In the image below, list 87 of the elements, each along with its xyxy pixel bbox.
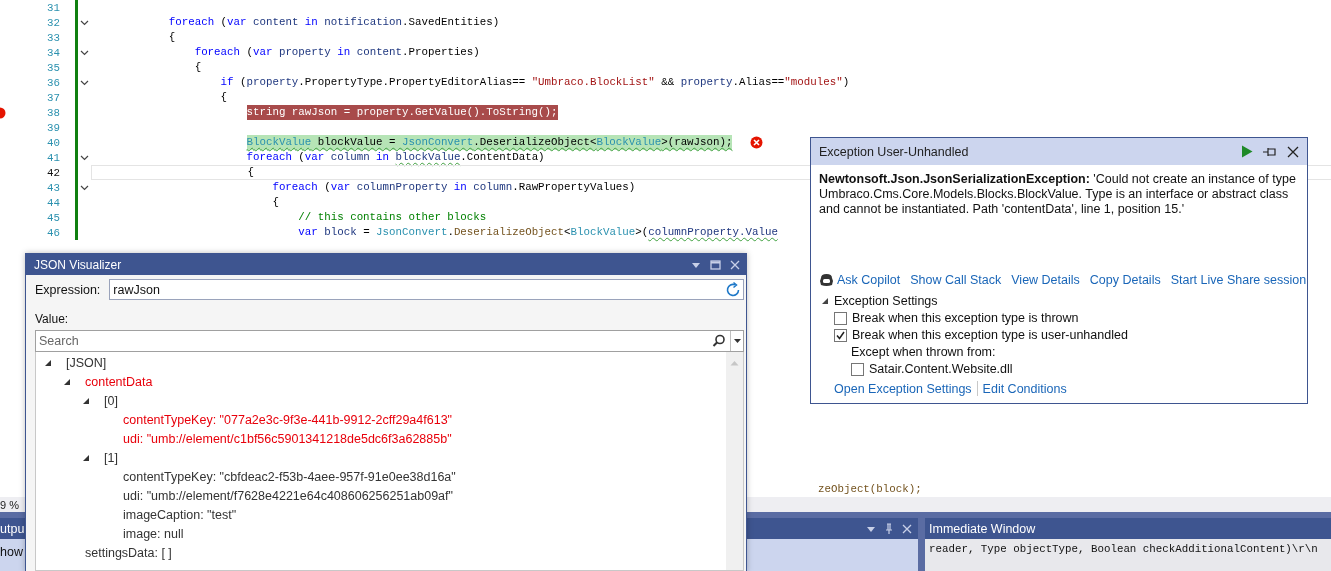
tree-item[interactable]: image: null <box>123 526 184 541</box>
refresh-icon[interactable] <box>724 281 742 299</box>
line-number: 44 <box>46 196 60 209</box>
line-number: 35 <box>46 61 60 74</box>
collapse-icon[interactable] <box>80 49 89 56</box>
tree-item[interactable]: udi: "umb://element/c1bf56c5901341218de5dc6f3a62885b" <box>123 431 452 446</box>
toolbar-label: how <box>0 545 23 559</box>
pin-icon[interactable] <box>1263 146 1277 157</box>
tree-item[interactable]: contentTypeKey: "077a2e3c-9f3e-441b-9912-2cff29a4f613" <box>123 412 453 427</box>
maximize-icon[interactable] <box>710 259 721 270</box>
code-line: // this contains other blocks <box>298 210 487 225</box>
line-number: 36 <box>46 76 60 89</box>
line-number: 33 <box>46 31 60 44</box>
code-line: foreach (var content in notification.SavedEntities) <box>168 15 500 30</box>
line-number: 32 <box>46 16 60 29</box>
search-icon[interactable] <box>712 334 726 348</box>
line-number: 43 <box>46 181 60 194</box>
code-line: var block = JsonConvert.DeserializeObject<BlockValue>(columnProperty.Value <box>298 225 778 240</box>
tree-item[interactable]: [JSON] <box>66 355 107 370</box>
panel-title: Immediate Window <box>929 521 1036 536</box>
code-line: zeObject(block); <box>818 483 922 495</box>
tree-item[interactable]: contentData <box>85 374 153 389</box>
checkbox[interactable] <box>851 362 864 376</box>
search-field[interactable]: Search <box>35 330 744 352</box>
field-label: Value: <box>35 312 70 326</box>
code-line: { <box>194 60 202 75</box>
tree-item[interactable]: settingsData: [ ] <box>85 545 172 560</box>
code-line: foreach (var columnProperty in column.RawPropertyValues) <box>272 180 636 195</box>
expanded-arrow-icon[interactable] <box>82 396 90 405</box>
tree-item[interactable]: imageCaption: "test" <box>123 507 237 522</box>
zoom-level[interactable]: 9 % <box>0 498 19 511</box>
code-line: { <box>272 195 279 210</box>
code-line: foreach (var column in blockValue.ContentData) <box>246 150 545 165</box>
link[interactable]: Edit Conditions <box>982 381 1067 396</box>
code-line: { <box>247 165 254 180</box>
line-number: 42 <box>46 166 60 179</box>
output-line: reader, Type objectType, Boolean checkAdditionalContent)\r\n <box>929 543 1319 555</box>
link[interactable]: Ask Copilot <box>837 272 901 287</box>
field-label: Expression: <box>35 282 101 297</box>
checkbox-label: Satair.Content.Website.dll <box>869 362 1013 376</box>
continue-icon[interactable] <box>1241 145 1253 158</box>
exception-message: Newtonsoft.Json.JsonSerializationException: 'Could not create an instance of type Umbraco.Cms.Core.Models.Blocks.BlockValue. Type is an interface or abstract class and cannot be instantiated. Path 'contentData', line 1, position 15.' <box>819 172 1297 218</box>
collapse-icon[interactable] <box>80 154 89 161</box>
link[interactable]: Show Call Stack <box>910 272 1002 287</box>
expanded-arrow-icon[interactable] <box>82 453 90 462</box>
section-label: Except when thrown from: <box>851 345 997 359</box>
line-number: 45 <box>46 211 60 224</box>
link[interactable]: Open Exception Settings <box>834 381 972 396</box>
line-number: 39 <box>46 121 60 134</box>
code-line: foreach (var property in content.Properties) <box>194 45 480 60</box>
line-number: 38 <box>46 106 60 119</box>
collapse-icon[interactable] <box>80 184 89 191</box>
checkbox-label: Break when this exception type is user-unhandled <box>852 328 1128 342</box>
tree-item[interactable]: [1] <box>104 450 118 465</box>
collapse-icon[interactable] <box>80 19 89 26</box>
section-header[interactable]: Exception Settings <box>834 294 938 308</box>
code-line: { <box>168 30 176 45</box>
window-title: JSON Visualizer <box>34 257 122 272</box>
scrollbar[interactable] <box>726 352 743 570</box>
link[interactable]: View Details <box>1011 272 1080 287</box>
line-number: 37 <box>46 91 60 104</box>
dropdown-button[interactable] <box>730 331 743 351</box>
line-number: 46 <box>46 226 60 239</box>
line-number: 31 <box>46 1 60 14</box>
line-number: 34 <box>46 46 60 59</box>
line-number: 41 <box>46 151 60 164</box>
code-line: if (property.PropertyType.PropertyEditorAlias== "Umbraco.BlockList" && property.Alias=="modules") <box>220 75 850 90</box>
copilot-icon[interactable] <box>819 272 834 287</box>
expression-field[interactable]: rawJson <box>109 279 744 300</box>
collapse-icon[interactable] <box>80 79 89 86</box>
panel-title: utpu <box>0 521 25 536</box>
checkbox-label: Break when this exception type is thrown <box>852 311 1079 325</box>
line-number: 40 <box>46 136 60 149</box>
tree-item[interactable]: [0] <box>104 393 118 408</box>
expanded-arrow-icon[interactable] <box>821 297 829 305</box>
checkbox[interactable] <box>834 311 847 325</box>
caret-icon <box>733 339 741 343</box>
expanded-arrow-icon[interactable] <box>63 377 71 386</box>
close-icon[interactable] <box>1287 145 1299 158</box>
expanded-arrow-icon[interactable] <box>44 358 52 367</box>
checkbox[interactable] <box>834 328 847 342</box>
link[interactable]: Start Live Share session <box>1170 272 1307 287</box>
link[interactable]: Copy Details <box>1089 272 1161 287</box>
tree-item[interactable]: contentTypeKey: "cbfdeac2-f53b-4aee-957f-91e0ee38d16a" <box>123 469 456 484</box>
popup-title: Exception User-Unhandled <box>819 144 969 159</box>
code-line: { <box>220 90 228 105</box>
tree-item[interactable]: udi: "umb://element/f7628e4221e64c408606256251ab09af" <box>123 488 453 503</box>
